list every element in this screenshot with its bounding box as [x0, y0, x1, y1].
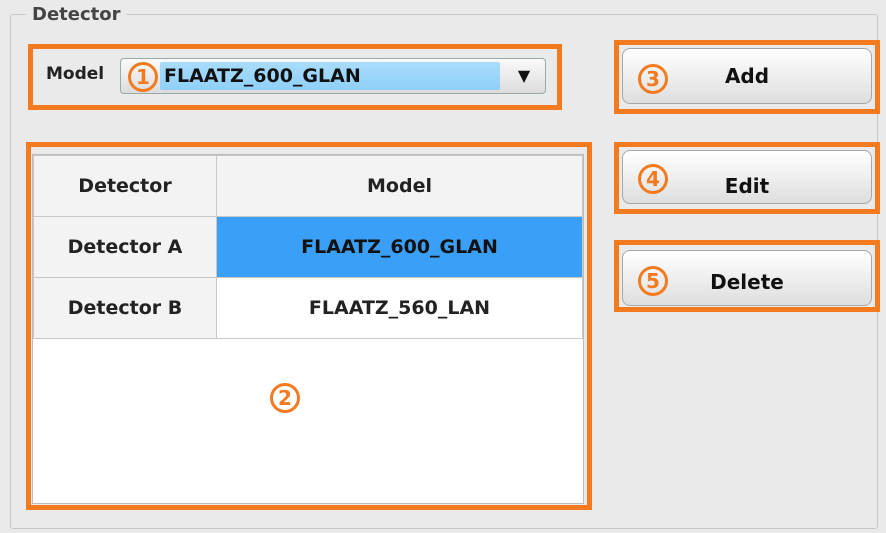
callout-marker-4: 4 — [638, 164, 668, 194]
callout-marker-3: 3 — [638, 64, 668, 94]
callout-marker-5: 5 — [638, 266, 668, 296]
highlight-box-1 — [28, 44, 562, 110]
group-title: Detector — [26, 4, 127, 25]
callout-marker-1: 1 — [128, 62, 158, 92]
callout-marker-2: 2 — [270, 383, 300, 413]
highlight-box-2 — [26, 142, 592, 510]
